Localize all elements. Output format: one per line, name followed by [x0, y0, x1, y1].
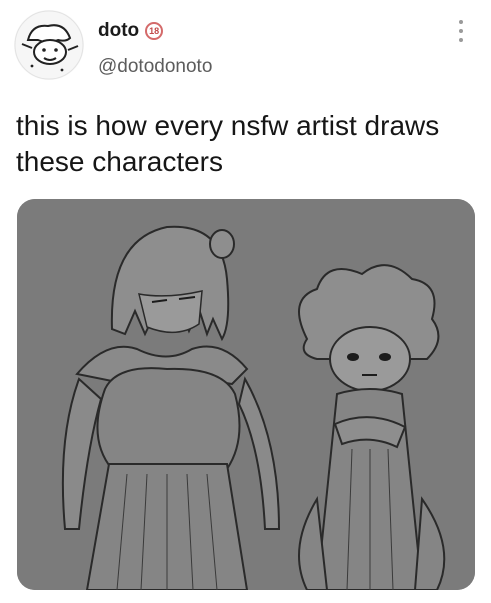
author-display-name: doto [98, 20, 140, 41]
more-vertical-icon[interactable] [454, 18, 468, 44]
dot [459, 38, 463, 42]
author-handle[interactable]: @dotodonoto [98, 56, 212, 78]
doodle-avatar-icon [14, 10, 84, 80]
avatar[interactable] [14, 10, 84, 80]
dot [459, 20, 463, 24]
dot [459, 29, 463, 33]
post-image[interactable] [17, 199, 475, 590]
post-card: doto 18 @dotodonoto this is how every ns… [0, 0, 491, 603]
post-text: this is how every nsfw artist draws thes… [16, 110, 440, 177]
author-name-row[interactable]: doto 18 [98, 20, 164, 42]
sketch-illustration [17, 199, 475, 590]
age-badge: 18 [145, 22, 164, 40]
